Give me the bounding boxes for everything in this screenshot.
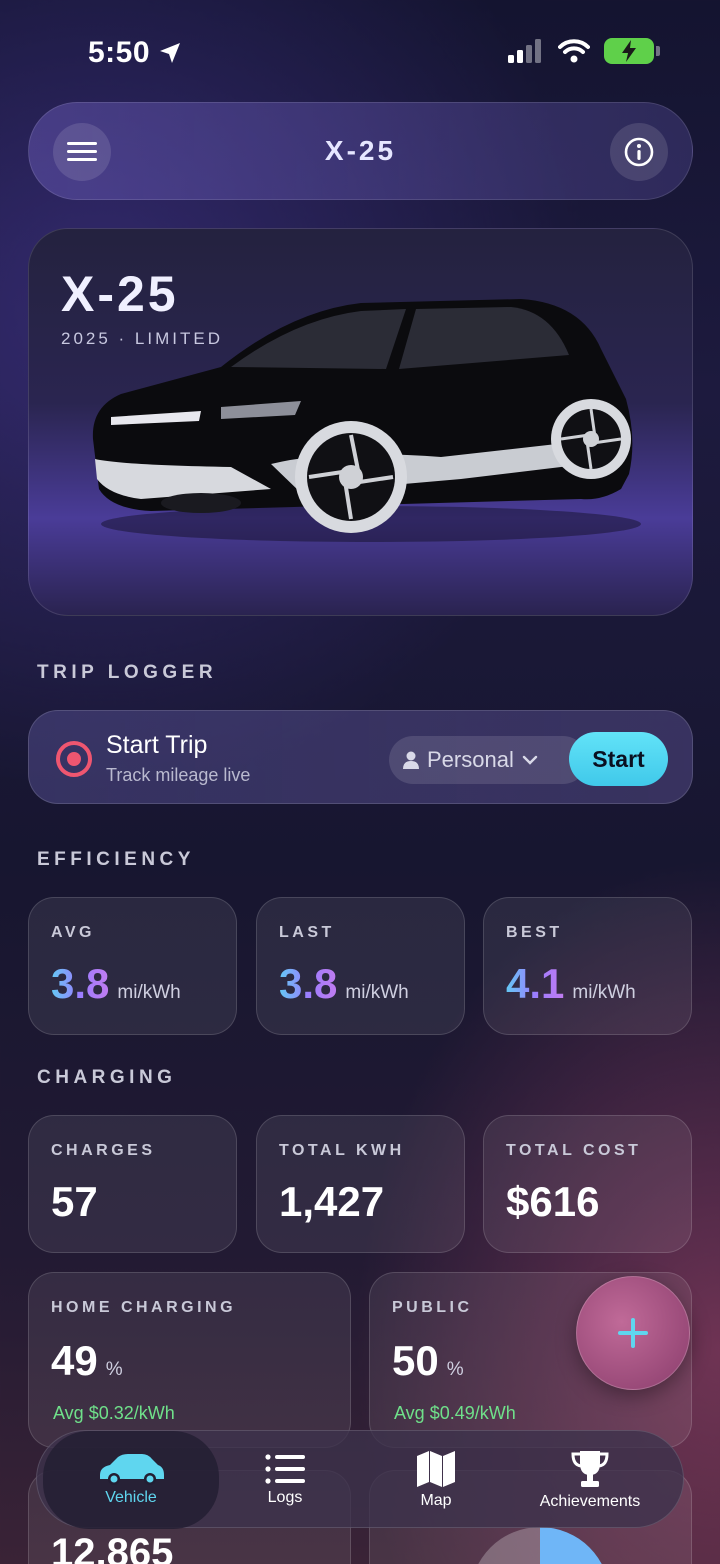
efficiency-unit: mi/kWh: [117, 982, 181, 1003]
charging-heading: CHARGING: [37, 1067, 177, 1088]
charging-label: TOTAL COST: [506, 1142, 642, 1159]
tab-bar: Vehicle Logs Map Achievements: [36, 1430, 684, 1529]
efficiency-unit: mi/kWh: [345, 982, 409, 1003]
map-icon: [417, 1451, 455, 1487]
add-button[interactable]: [576, 1276, 690, 1390]
home-charging-label: HOME CHARGING: [51, 1299, 237, 1316]
charging-value: 57: [51, 1178, 98, 1225]
public-charging-value: 50: [392, 1337, 439, 1384]
trip-mode-dropdown[interactable]: Personal: [389, 736, 587, 784]
tab-map[interactable]: Map: [371, 1431, 501, 1529]
efficiency-label: AVG: [51, 924, 95, 941]
efficiency-label: BEST: [506, 924, 563, 941]
charging-value: $616: [506, 1178, 600, 1225]
trip-logger-heading: TRIP LOGGER: [37, 662, 218, 683]
status-icons: [508, 38, 660, 64]
status-time: 5:50: [88, 36, 182, 70]
efficiency-last-card: LAST 3.8 mi/kWh: [256, 897, 465, 1035]
efficiency-label: LAST: [279, 924, 335, 941]
tab-label: Logs: [267, 1489, 303, 1506]
total-kwh-card: TOTAL KWH 1,427: [256, 1115, 465, 1253]
public-charging-label: PUBLIC: [392, 1299, 473, 1316]
efficiency-value: 4.1: [506, 960, 565, 1007]
page-title: X-25: [324, 135, 397, 166]
car-icon: [100, 1454, 164, 1485]
tab-logs[interactable]: Logs: [217, 1431, 353, 1529]
record-icon: [56, 741, 92, 777]
charging-value: 1,427: [279, 1178, 385, 1225]
tab-vehicle[interactable]: Vehicle: [43, 1431, 219, 1529]
public-avg-price: Avg $0.49/kWh: [394, 1403, 516, 1423]
percent-unit: %: [105, 1359, 123, 1380]
efficiency-best-card: BEST 4.1 mi/kWh: [483, 897, 692, 1035]
trip-mode-value: Personal: [427, 747, 514, 772]
start-trip-title: Start Trip: [106, 731, 208, 759]
total-cost-card: TOTAL COST $616: [483, 1115, 692, 1253]
list-icon: [265, 1454, 305, 1484]
tab-label: Map: [420, 1492, 452, 1509]
chevron-down-icon: [522, 755, 538, 765]
efficiency-value: 3.8: [279, 960, 338, 1007]
efficiency-heading: EFFICIENCY: [37, 849, 195, 870]
mileage-value: 12,865: [51, 1531, 174, 1564]
car-image: [92, 299, 641, 542]
tab-label: Achievements: [539, 1493, 641, 1510]
home-charging-value: 49: [51, 1337, 98, 1384]
efficiency-value: 3.8: [51, 960, 110, 1007]
vehicle-hero-card: X-25 2025 · LIMITED: [28, 228, 693, 616]
start-trip-button[interactable]: Start: [569, 732, 668, 786]
start-trip-subtitle: Track mileage live: [106, 765, 251, 785]
efficiency-unit: mi/kWh: [572, 982, 636, 1003]
top-bar: X-25: [28, 102, 693, 200]
percent-unit: %: [446, 1359, 464, 1380]
charging-label: CHARGES: [51, 1142, 156, 1159]
person-icon: [403, 751, 419, 769]
tab-achievements[interactable]: Achievements: [517, 1431, 663, 1529]
tab-label: Vehicle: [105, 1489, 157, 1506]
wifi-icon: [558, 39, 590, 63]
info-icon: [624, 137, 654, 167]
charges-card: CHARGES 57: [28, 1115, 237, 1253]
trip-logger-card: Start Trip Track mileage live Personal S…: [28, 710, 693, 804]
home-avg-price: Avg $0.32/kWh: [53, 1403, 175, 1423]
battery-charging-icon: [604, 38, 660, 64]
trophy-icon: [571, 1451, 609, 1487]
plus-icon: [618, 1318, 648, 1348]
cellular-signal-icon: [508, 39, 541, 63]
info-button[interactable]: [610, 123, 668, 181]
charging-label: TOTAL KWH: [279, 1142, 405, 1159]
location-arrow-icon: [160, 43, 181, 63]
pie-chart-icon: [478, 1527, 602, 1564]
home-charging-card: HOME CHARGING 49% Avg $0.32/kWh: [28, 1272, 351, 1448]
efficiency-avg-card: AVG 3.8 mi/kWh: [28, 897, 237, 1035]
